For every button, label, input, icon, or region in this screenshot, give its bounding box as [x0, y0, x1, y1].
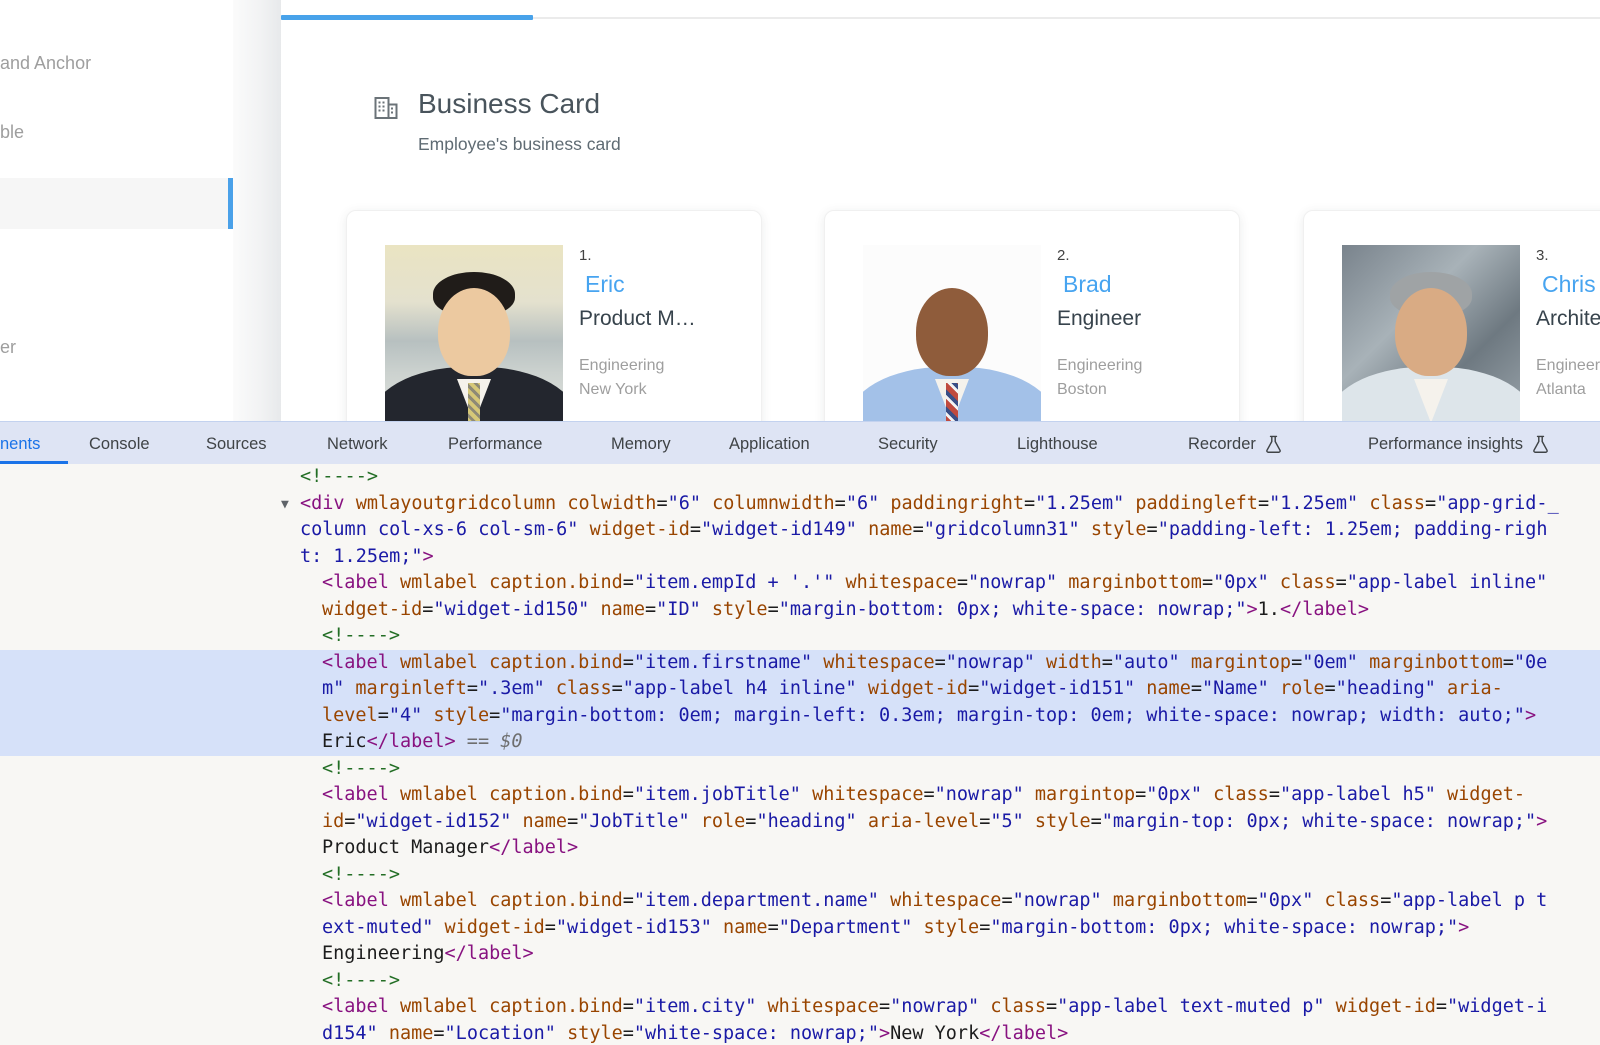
devtools-tab[interactable]: Recorder: [1188, 422, 1282, 466]
dom-tree-node[interactable]: <!---->: [0, 862, 1600, 889]
employee-department: Engineering: [579, 357, 664, 375]
dom-tree-node[interactable]: <!---->: [0, 756, 1600, 783]
devtools-tab-label: Security: [878, 435, 938, 454]
sidebar-item-anchor[interactable]: and Anchor: [0, 52, 233, 74]
devtools-tab-label: Memory: [611, 435, 671, 454]
employee-id: 2.: [1057, 247, 1070, 264]
business-card[interactable]: 1. Eric Product M… Engineering New York: [346, 210, 762, 421]
employee-job-title: Engineer: [1057, 307, 1141, 331]
devtools-tabbar: nents Console Sources Network Performanc…: [0, 421, 1600, 465]
app-preview: Business Card Employee's business card 1…: [281, 0, 1600, 421]
employee-name[interactable]: Chris: [1542, 271, 1596, 298]
devtools-tab[interactable]: Security: [878, 422, 938, 466]
dom-tree-node[interactable]: Engineering</label>: [0, 941, 1600, 968]
elements-tree[interactable]: <!---->▼<div wmlayoutgridcolumn colwidth…: [0, 464, 1600, 1045]
active-tab-indicator: [281, 15, 533, 20]
dom-tree-node[interactable]: <label wmlabel caption.bind="item.city" …: [0, 994, 1600, 1021]
expand-arrow-icon[interactable]: ▼: [281, 492, 289, 519]
devtools-tab-label: Sources: [206, 435, 267, 454]
devtools-tab[interactable]: Lighthouse: [1017, 422, 1098, 466]
devtools-tab[interactable]: Memory: [611, 422, 671, 466]
sidebar: and Anchor ble er: [0, 0, 233, 421]
dom-tree-node[interactable]: <!---->: [0, 464, 1600, 491]
devtools-tab-label: Recorder: [1188, 435, 1256, 454]
dom-tree-node[interactable]: Eric</label> == $0: [0, 729, 1600, 756]
employee-city: Atlanta: [1536, 381, 1586, 399]
dom-tree-node[interactable]: level="4" style="margin-bottom: 0em; mar…: [0, 703, 1600, 730]
devtools-tab[interactable]: Performance insights: [1368, 422, 1549, 466]
devtools-tab[interactable]: Network: [327, 422, 388, 466]
dom-tree-node[interactable]: ▼<div wmlayoutgridcolumn colwidth="6" co…: [0, 491, 1600, 518]
dom-tree-node[interactable]: d154" name="Location" style="white-space…: [0, 1021, 1600, 1045]
employee-job-title: Product M…: [579, 307, 696, 331]
devtools-tab-label: Network: [327, 435, 388, 454]
employee-department: Engineering: [1536, 357, 1600, 375]
devtools-panel: nents Console Sources Network Performanc…: [0, 421, 1600, 1045]
employee-city: Boston: [1057, 381, 1107, 399]
dom-tree-node[interactable]: m" marginleft=".3em" class="app-label h4…: [0, 676, 1600, 703]
devtools-tab-label: Application: [729, 435, 810, 454]
header-divider: [533, 17, 1600, 19]
employee-id: 1.: [579, 247, 592, 264]
devtools-tab-label: Performance insights: [1368, 435, 1523, 454]
dom-tree-node[interactable]: <label wmlabel caption.bind="item.depart…: [0, 888, 1600, 915]
sidebar-item-ble[interactable]: ble: [0, 121, 233, 143]
building-icon: [373, 95, 399, 121]
dom-tree-node[interactable]: <!---->: [0, 968, 1600, 995]
employee-photo: [863, 245, 1041, 421]
flask-icon: [1532, 435, 1549, 454]
devtools-tab-label: Performance: [448, 435, 542, 454]
sidebar-item-selected[interactable]: [0, 178, 233, 229]
dom-tree-node[interactable]: <label wmlabel caption.bind="item.firstn…: [0, 650, 1600, 677]
dom-tree-node[interactable]: widget-id="widget-id150" name="ID" style…: [0, 597, 1600, 624]
dom-tree-node[interactable]: <label wmlabel caption.bind="item.jobTit…: [0, 782, 1600, 809]
devtools-tab[interactable]: Performance: [448, 422, 542, 466]
dom-tree-node[interactable]: Product Manager</label>: [0, 835, 1600, 862]
dom-tree-node[interactable]: ext-muted" widget-id="widget-id153" name…: [0, 915, 1600, 942]
business-card[interactable]: 2. Brad Engineer Engineering Boston: [824, 210, 1240, 421]
devtools-tab[interactable]: Console: [89, 422, 150, 466]
employee-name[interactable]: Brad: [1063, 271, 1112, 298]
employee-job-title: Architect: [1536, 307, 1600, 331]
devtools-tab-label: Lighthouse: [1017, 435, 1098, 454]
panel-separator: [233, 0, 281, 421]
sidebar-item-er[interactable]: er: [0, 336, 233, 358]
devtools-tab[interactable]: Sources: [206, 422, 267, 466]
dom-tree-node[interactable]: t: 1.25em;">: [0, 544, 1600, 571]
devtools-tab[interactable]: Application: [729, 422, 810, 466]
page-title: Business Card: [418, 88, 600, 120]
dom-tree-node[interactable]: <!---->: [0, 623, 1600, 650]
business-card[interactable]: 3. Chris Architect Engineering Atlanta: [1303, 210, 1600, 421]
page-subtitle: Employee's business card: [418, 134, 621, 155]
dom-tree-node[interactable]: <label wmlabel caption.bind="item.empId …: [0, 570, 1600, 597]
devtools-tab-label: Console: [89, 435, 150, 454]
employee-city: New York: [579, 381, 647, 399]
devtools-tab[interactable]: nents: [0, 422, 40, 466]
employee-photo: [385, 245, 563, 421]
employee-id: 3.: [1536, 247, 1549, 264]
dom-tree-node[interactable]: column col-xs-6 col-sm-6" widget-id="wid…: [0, 517, 1600, 544]
devtools-tab-label: nents: [0, 435, 40, 454]
employee-name[interactable]: Eric: [585, 271, 625, 298]
employee-photo: [1342, 245, 1520, 421]
dom-tree-node[interactable]: id="widget-id152" name="JobTitle" role="…: [0, 809, 1600, 836]
employee-department: Engineering: [1057, 357, 1142, 375]
flask-icon: [1265, 435, 1282, 454]
